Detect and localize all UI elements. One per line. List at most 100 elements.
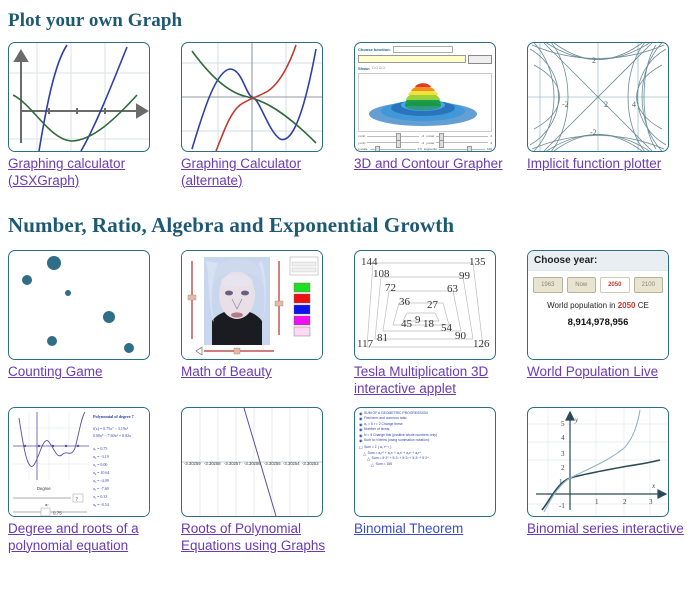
year-button-2100[interactable]: 2100 (633, 277, 663, 293)
y-tick: 3 (561, 450, 565, 458)
choose-year-title: Choose year: (528, 251, 668, 271)
year-button-group: 1963 Now 2050 2100 (528, 271, 668, 295)
year-button-now[interactable]: Now (566, 277, 596, 293)
gallery-item-math-of-beauty[interactable]: Math of Beauty (177, 250, 350, 397)
coefficient-line: a₁ = 0.33 (93, 494, 107, 499)
choose-function-label: Choose function: (358, 47, 391, 52)
thumbnail-tesla-numbers[interactable]: 144 135 108 99 72 63 36 27 45 9 18 54 11… (354, 250, 496, 360)
gallery-item-caption[interactable]: Degree and roots of a polynomial equatio… (8, 521, 168, 554)
thumbnail-zoomed-root[interactable]: -3.30259 -3.30258 -3.30257 -3.30256 -3.3… (181, 407, 323, 517)
tesla-number: 108 (373, 268, 390, 280)
gallery-item-caption[interactable]: Implicit function plotter (527, 156, 687, 173)
thumbnail-binomial-curve[interactable]: 5 4 3 2 1 -1 1 2 3 x y (527, 407, 669, 517)
population-caption-prefix: World population in (547, 301, 618, 310)
year-button-1963[interactable]: 1963 (533, 277, 563, 293)
gallery-item-3d-and-contour-grapher[interactable]: Choose function: Show: ☐ ☐ ☑ ☐ x-min -4 … (350, 42, 523, 189)
function-input[interactable] (358, 55, 466, 64)
year-button-2050[interactable]: 2050 (600, 277, 630, 293)
gallery-item-caption[interactable]: Graphing Calculator (alternate) (181, 156, 341, 189)
root-tick-labels: -3.30259 -3.30258 -3.30257 -3.30256 -3.3… (184, 461, 319, 466)
slider-row-y: y-min -4 y-max 4 (358, 139, 492, 148)
gallery-item-tesla-multiplication[interactable]: 144 135 108 99 72 63 36 27 45 9 18 54 11… (350, 250, 523, 397)
tick-label-2x: 2 (604, 100, 608, 109)
thumbnail-grapher-ui[interactable]: Choose function: Show: ☐ ☐ ☑ ☐ x-min -4 … (354, 42, 496, 152)
gallery-item-caption[interactable]: 3D and Contour Grapher (354, 156, 514, 173)
gallery-item-implicit-function-plotter[interactable]: -2 2 2 4 -2 Implicit function plotter (523, 42, 696, 189)
gallery-item-caption[interactable]: Binomial Theorem (354, 521, 514, 538)
graph-it-button[interactable] (468, 55, 492, 64)
gallery-item-caption[interactable]: Counting Game (8, 364, 168, 381)
thumbnail-graph-axes-curves[interactable] (8, 42, 150, 152)
tesla-number: 18 (423, 318, 435, 330)
y-tick: 5 (561, 420, 565, 428)
dot (65, 290, 71, 296)
tick-label: -3.30253 (302, 461, 319, 466)
surface-plot[interactable] (358, 72, 492, 132)
gallery-item-caption[interactable]: Graphing calculator (JSXGraph) (8, 156, 168, 189)
gallery-item-caption[interactable]: Tesla Multiplication 3D interactive appl… (354, 364, 514, 397)
gp-line: ◉ Sum to n terms (using summation notati… (359, 438, 491, 443)
slider-label-zscale: z-scale (358, 147, 368, 151)
tick-label: -3.30257 (224, 461, 241, 466)
thumbnail-polynomial-applet[interactable]: Degree 7 a₇ 0.75 Polynomial of degree 7 (8, 407, 150, 517)
coefficient-line: a₅ = 0.00 (93, 462, 107, 467)
gallery-item-roots-of-polynomial-equations[interactable]: -3.30259 -3.30258 -3.30257 -3.30256 -3.3… (177, 407, 350, 554)
thumbnail-graph-three-curves[interactable] (181, 42, 323, 152)
gallery-item-degree-and-roots[interactable]: Degree 7 a₇ 0.75 Polynomial of degree 7 (4, 407, 177, 554)
gp-result: Sum = 155 (375, 461, 393, 466)
zoomed-root-svg: -3.30259 -3.30258 -3.30257 -3.30256 -3.3… (182, 408, 322, 516)
tesla-numbers-svg: 144 135 108 99 72 63 36 27 45 9 18 54 11… (357, 256, 490, 350)
gallery-item-world-population-live[interactable]: Choose year: 1963 Now 2050 2100 World po… (523, 250, 696, 397)
slider-ymax[interactable] (436, 139, 489, 148)
gallery-item-graphing-calculator-jsxgraph[interactable]: Graphing calculator (JSXGraph) (4, 42, 177, 189)
x-tick: 1 (595, 498, 599, 506)
show-label: Show: (358, 65, 370, 71)
bullet-icon: ◉ (359, 438, 363, 444)
slider-segments[interactable] (438, 146, 485, 151)
dot (22, 275, 32, 285)
triangle-icon: △ (367, 456, 371, 462)
thumbnail-dots[interactable] (8, 250, 150, 360)
thumbnail-grid-section-2: Counting Game Math of Beauty 144 135 108… (4, 250, 699, 564)
slider-label-ymin: y-min (358, 140, 366, 145)
gallery-item-caption[interactable]: World Population Live (527, 364, 687, 381)
tick-label: -3.30256 (244, 461, 261, 466)
tick-label-neg2y: -2 (590, 128, 597, 137)
tesla-number: 144 (361, 256, 378, 268)
dot (47, 256, 61, 270)
gallery-item-counting-game[interactable]: Counting Game (4, 250, 177, 397)
gallery-item-graphing-calculator-alternate[interactable]: Graphing Calculator (alternate) (177, 42, 350, 189)
thumbnail-beauty-photo[interactable] (181, 250, 323, 360)
x-tick: 2 (623, 498, 627, 506)
thumbnail-population-widget[interactable]: Choose year: 1963 Now 2050 2100 World po… (527, 250, 669, 360)
tesla-number: 126 (473, 338, 490, 350)
function-select[interactable] (392, 46, 453, 53)
tesla-number: 45 (401, 318, 413, 330)
slider-ymin[interactable] (367, 139, 420, 148)
tesla-number: 9 (415, 314, 421, 326)
gallery-item-caption[interactable]: Binomial series interactive (527, 521, 687, 538)
y-tick: 2 (561, 464, 565, 472)
thumbnail-contour-hyperbola[interactable]: -2 2 2 4 -2 (527, 42, 669, 152)
slider-xmin[interactable] (367, 133, 420, 141)
slider-zscale[interactable] (369, 146, 416, 151)
coefficient-line: a₃ = -4.09 (93, 478, 109, 483)
triangle-icon: △ (371, 461, 375, 467)
gallery-item-caption[interactable]: Roots of Polynomial Equations using Grap… (181, 521, 341, 554)
polynomial-equation-2: 0.00x⁵ − 7.60x³ + 0.02x (93, 433, 131, 438)
slider-value-xmin: -4 (421, 134, 425, 138)
show-options-checkboxes[interactable]: ☐ ☐ ☑ ☐ (372, 66, 385, 70)
slider-xmax[interactable] (436, 133, 489, 141)
counting-dots-svg (22, 256, 134, 353)
gallery-item-caption[interactable]: Math of Beauty (181, 364, 341, 381)
tesla-number: 54 (441, 322, 453, 334)
gallery-item-binomial-series-interactive[interactable]: 5 4 3 2 1 -1 1 2 3 x y Binomial series i… (523, 407, 696, 554)
thumbnail-geometric-progression[interactable]: ◉ SUM OF A GEOMETRIC PROGRESSION ◉ First… (354, 407, 496, 517)
dot (47, 336, 57, 346)
population-widget: Choose year: 1963 Now 2050 2100 World po… (528, 251, 668, 359)
gallery-item-binomial-theorem[interactable]: ◉ SUM OF A GEOMETRIC PROGRESSION ◉ First… (350, 407, 523, 554)
y-tick: 4 (561, 434, 565, 442)
applet-gallery-page: Plot your own Graph Graphing calculator … (0, 0, 699, 564)
grapher-mini-ui: Choose function: Show: ☐ ☐ ☑ ☐ x-min -4 … (355, 43, 495, 151)
thumbnail-grid-section-1: Graphing calculator (JSXGraph) Graphing … (4, 42, 699, 199)
